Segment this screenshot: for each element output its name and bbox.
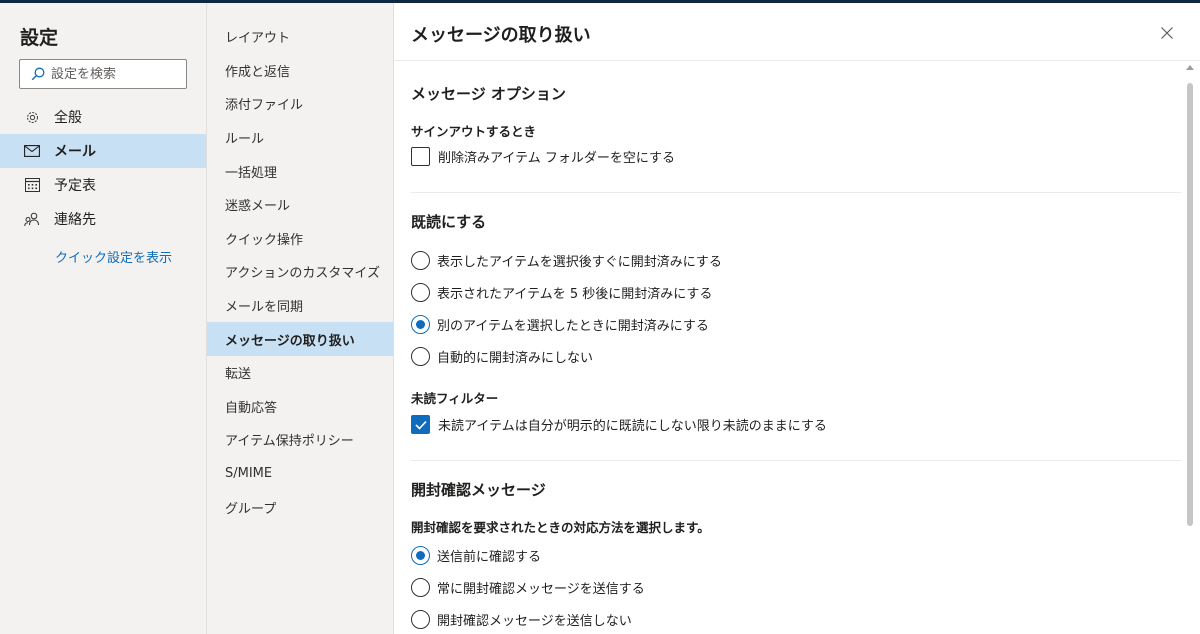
checkmark-icon [414,420,427,430]
nav-item-mail[interactable]: メール [0,134,206,168]
section-heading-read-receipts: 開封確認メッセージ [411,481,546,499]
header-divider [394,60,1200,61]
search-icon [31,67,45,81]
subnav-item-retention-policies[interactable]: アイテム保持ポリシー [207,423,393,457]
section-divider [411,460,1181,461]
scrollbar-thumb[interactable] [1187,83,1193,526]
subnav-item-layout[interactable]: レイアウト [207,20,393,54]
subnav-item-attachments[interactable]: 添付ファイル [207,87,393,121]
radio-button[interactable] [411,347,430,366]
subheading-read-receipt-response: 開封確認を要求されたときの対応方法を選択します。 [411,520,710,535]
subnav-item-sweep[interactable]: 一括処理 [207,154,393,188]
settings-search-input[interactable] [51,66,171,82]
subnav-item-forwarding[interactable]: 転送 [207,356,393,390]
subnav-item-junk-email[interactable]: 迷惑メール [207,188,393,222]
radio-button[interactable] [411,251,430,270]
checkbox-keep-unread[interactable]: 未読アイテムは自分が明示的に既読にしない限り未読のままにする [411,415,827,434]
gear-icon [24,109,40,125]
subnav-item-quick-actions[interactable]: クイック操作 [207,222,393,256]
calendar-icon [24,177,40,193]
subnav-item-sync-email[interactable]: メールを同期 [207,289,393,323]
checkbox-box[interactable] [411,147,430,166]
nav-item-calendar[interactable]: 予定表 [0,168,206,202]
radio-label: 自動的に開封済みにしない [437,351,594,366]
radio-ask-before-sending[interactable]: 送信前に確認する [411,546,541,565]
radio-label: 送信前に確認する [437,550,542,565]
subnav-item-automatic-replies[interactable]: 自動応答 [207,390,393,424]
vertical-scrollbar[interactable] [1184,61,1196,634]
radio-always-send[interactable]: 常に開封確認メッセージを送信する [411,578,645,597]
subnav-item-rules[interactable]: ルール [207,121,393,155]
section-heading-message-options: メッセージ オプション [411,85,566,103]
nav-item-label: 全般 [54,110,82,126]
quick-settings-link[interactable]: クイック設定を表示 [55,247,172,266]
mail-icon [24,143,40,159]
radio-label: 表示されたアイテムを 5 秒後に開封済みにする [437,287,713,302]
radio-label: 表示したアイテムを選択後すぐに開封済みにする [437,255,722,270]
nav-item-label: 予定表 [54,178,96,194]
subnav-item-customize-actions[interactable]: アクションのカスタマイズ [207,255,393,289]
subheading-sign-out: サインアウトするとき [411,124,537,139]
nav-item-general[interactable]: 全般 [0,100,206,134]
mail-subnav: レイアウト 作成と返信 添付ファイル ルール 一括処理 迷惑メール クイック操作… [207,3,393,634]
nav-item-label: メール [54,144,96,160]
settings-nav: 設定 全般 メール 予定表 [0,3,206,634]
radio-button-selected[interactable] [411,546,430,565]
settings-panel: メッセージの取り扱い メッセージ オプション サインアウトするとき 削除済みアイ… [394,3,1200,634]
radio-label: 別のアイテムを選択したときに開封済みにする [437,319,709,334]
radio-button[interactable] [411,610,430,629]
radio-mark-read-on-selection-change[interactable]: 別のアイテムを選択したときに開封済みにする [411,315,709,334]
checkbox-empty-deleted-items[interactable]: 削除済みアイテム フォルダーを空にする [411,147,675,166]
settings-search-box[interactable] [19,59,187,89]
section-divider [411,192,1181,193]
radio-button[interactable] [411,283,430,302]
nav-item-people[interactable]: 連絡先 [0,202,206,236]
subnav-item-groups[interactable]: グループ [207,490,393,524]
radio-button-selected[interactable] [411,315,430,334]
radio-never-mark-read[interactable]: 自動的に開封済みにしない [411,347,593,366]
subnav-item-compose-reply[interactable]: 作成と返信 [207,54,393,88]
section-heading-mark-as-read: 既読にする [411,213,487,231]
radio-mark-read-after-delay[interactable]: 表示されたアイテムを 5 秒後に開封済みにする [411,283,712,302]
panel-title: メッセージの取り扱い [411,25,591,46]
checkbox-label: 削除済みアイテム フォルダーを空にする [438,151,675,166]
subnav-item-message-handling[interactable]: メッセージの取り扱い [207,322,393,356]
checkbox-label: 未読アイテムは自分が明示的に既読にしない限り未読のままにする [438,419,827,434]
subheading-unread-filter: 未読フィルター [411,391,499,406]
subnav-item-smime[interactable]: S/MIME [207,457,393,491]
close-icon [1161,27,1173,39]
radio-label: 常に開封確認メッセージを送信する [437,582,645,597]
radio-button[interactable] [411,578,430,597]
radio-mark-read-immediately[interactable]: 表示したアイテムを選択後すぐに開封済みにする [411,251,722,270]
nav-item-label: 連絡先 [54,212,96,228]
radio-label: 開封確認メッセージを送信しない [437,614,632,629]
checkbox-box-checked[interactable] [411,415,430,434]
close-button[interactable] [1157,23,1177,43]
people-icon [24,211,40,227]
settings-title: 設定 [20,27,59,49]
radio-never-send[interactable]: 開封確認メッセージを送信しない [411,610,632,629]
scroll-up-arrow-icon[interactable] [1186,65,1194,70]
